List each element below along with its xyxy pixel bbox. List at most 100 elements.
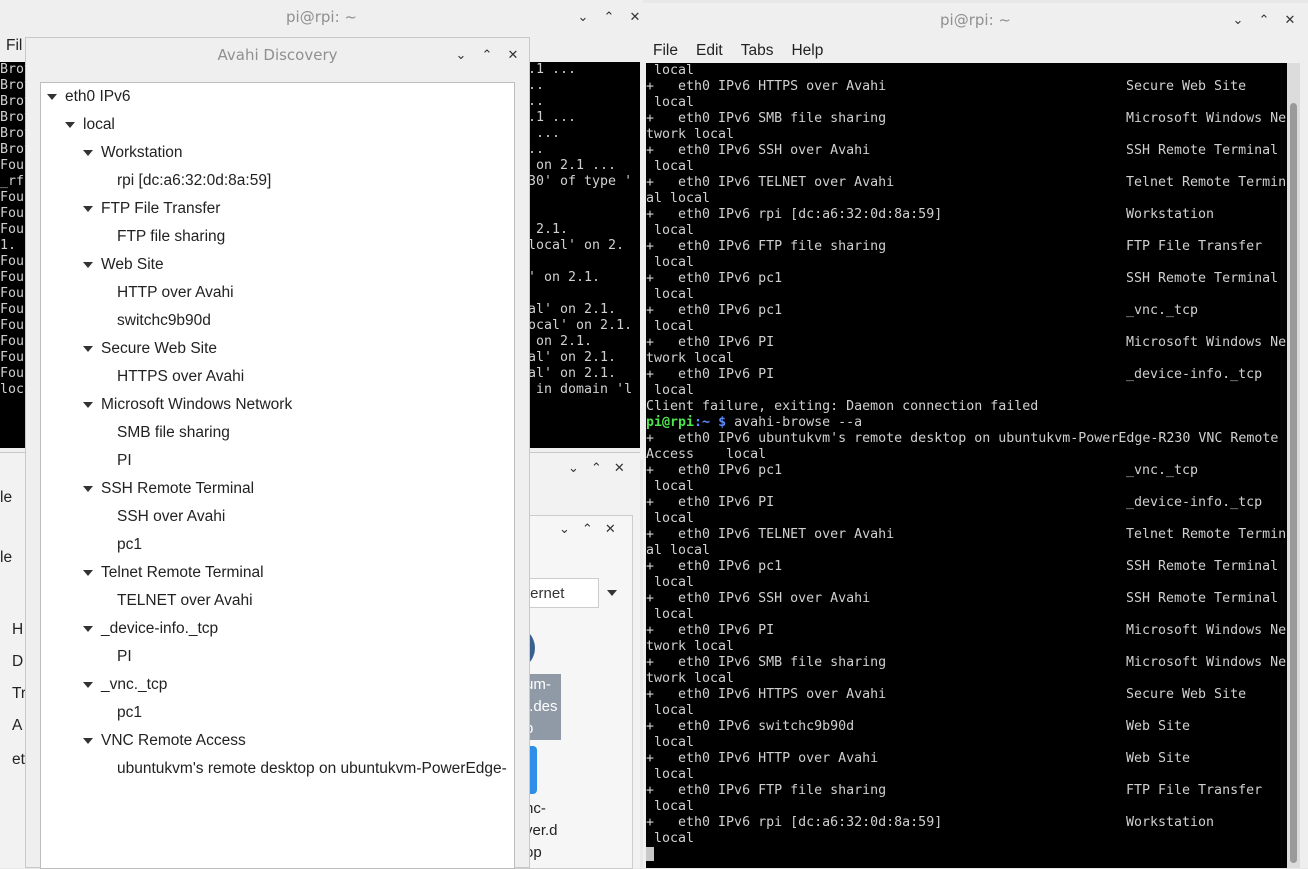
terminal-scrollbar[interactable] xyxy=(1287,63,1300,868)
tree-service-item[interactable]: HTTPS over Avahi xyxy=(117,363,244,391)
terminal-line: + eth0 IPv6 pc1 _vnc._tcp xyxy=(646,463,1287,479)
terminal-line: local xyxy=(646,287,1287,303)
tree-service-item[interactable]: PI xyxy=(117,447,132,475)
tree-group-item[interactable]: _vnc._tcp xyxy=(83,671,167,699)
expander-arrow-icon[interactable] xyxy=(83,486,93,492)
prompt-path: :~ $ xyxy=(694,415,727,430)
expander-arrow-icon[interactable] xyxy=(83,262,93,268)
tree-item-label: eth0 IPv6 xyxy=(65,88,131,105)
terminal-line-text: + eth0 IPv6 HTTP over Avahi xyxy=(646,751,879,766)
menu-help[interactable]: Help xyxy=(791,42,823,60)
close-button[interactable]: ✕ xyxy=(1282,13,1298,28)
tree-group-item[interactable]: VNC Remote Access xyxy=(83,727,246,755)
left-terminal-line-tail: 230' of type ' xyxy=(520,174,633,189)
left-terminal-line: Fou xyxy=(0,254,25,269)
close-button[interactable]: ✕ xyxy=(614,461,625,476)
expander-arrow-icon[interactable] xyxy=(83,150,93,156)
left-terminal-menu-file[interactable]: Fil xyxy=(6,37,22,55)
tree-group-item[interactable]: _device-info._tcp xyxy=(83,615,218,643)
terminal-line-text: twork local xyxy=(646,671,735,686)
left-terminal-line-tail: 'local' on 2. xyxy=(520,238,625,253)
icon-label-line: p xyxy=(525,718,561,740)
file-manager-fragment[interactable]: et xyxy=(12,751,25,769)
maximize-button[interactable]: ⌃ xyxy=(591,461,602,476)
tree-group-item[interactable]: Web Site xyxy=(83,251,164,279)
left-terminal-line: Fou xyxy=(0,334,25,349)
terminal-line: + eth0 IPv6 PI Microsoft Windows Ne xyxy=(646,623,1287,639)
expander-arrow-icon[interactable] xyxy=(83,206,93,212)
menu-tabs[interactable]: Tabs xyxy=(741,42,774,60)
terminal-line: local xyxy=(646,159,1287,175)
tree-group-item[interactable]: FTP File Transfer xyxy=(83,195,220,223)
left-terminal-controls: ⌄ ⌃ ✕ xyxy=(575,0,643,34)
file-manager-fragment[interactable]: H xyxy=(12,621,23,639)
tree-group-item[interactable]: local xyxy=(65,111,115,139)
tree-service-item[interactable]: pc1 xyxy=(117,699,142,727)
tree-group-item[interactable]: eth0 IPv6 xyxy=(47,83,131,111)
terminal-line-type: Telnet Remote Termin xyxy=(1126,527,1287,542)
expander-arrow-icon[interactable] xyxy=(83,346,93,352)
terminal-line: + eth0 IPv6 pc1 SSH Remote Terminal xyxy=(646,271,1287,287)
expander-arrow-icon[interactable] xyxy=(83,626,93,632)
tree-service-item[interactable]: SSH over Avahi xyxy=(117,503,225,531)
close-button[interactable]: ✕ xyxy=(605,522,616,537)
menu-edit[interactable]: Edit xyxy=(696,42,723,60)
terminal-line-text: local xyxy=(646,159,695,174)
close-button[interactable]: ✕ xyxy=(627,10,643,25)
close-button[interactable]: ✕ xyxy=(505,48,521,63)
tree-service-item[interactable]: switchc9b90d xyxy=(117,307,211,335)
minimize-button[interactable]: ⌄ xyxy=(453,48,469,63)
terminal-line: twork local xyxy=(646,351,1287,367)
right-terminal-output[interactable]: local + eth0 IPv6 HTTPS over Avahi Secure … xyxy=(646,63,1287,868)
terminal-line-text: Access local xyxy=(646,447,767,462)
tree-group-item[interactable]: Telnet Remote Terminal xyxy=(83,559,264,587)
expander-arrow-icon[interactable] xyxy=(83,738,93,744)
service-tree[interactable]: eth0 IPv6 local Workstation rpi [dc:a6:32:0… xyxy=(40,82,515,869)
tree-service-item[interactable]: FTP file sharing xyxy=(117,223,225,251)
tree-service-item[interactable]: SMB file sharing xyxy=(117,419,230,447)
terminal-line: + eth0 IPv6 PI _device-info._tcp xyxy=(646,367,1287,383)
tree-group-item[interactable]: Secure Web Site xyxy=(83,335,217,363)
expander-arrow-icon[interactable] xyxy=(83,570,93,576)
tree-service-item[interactable]: PI xyxy=(117,643,132,671)
tree-group-item[interactable]: SSH Remote Terminal xyxy=(83,475,254,503)
terminal-line-text: + eth0 IPv6 PI xyxy=(646,495,775,510)
left-terminal-line: Fou xyxy=(0,318,25,333)
minimize-button[interactable]: ⌄ xyxy=(1230,13,1246,28)
tree-service-item[interactable]: HTTP over Avahi xyxy=(117,279,234,307)
maximize-button[interactable]: ⌃ xyxy=(601,10,617,25)
maximize-button[interactable]: ⌃ xyxy=(1256,13,1272,28)
terminal-line-text: Client failure, exiting: Daemon connecti… xyxy=(646,399,1039,414)
tree-service-item[interactable]: TELNET over Avahi xyxy=(117,587,253,615)
menu-file[interactable]: File xyxy=(653,42,678,60)
tree-group-item[interactable]: Microsoft Windows Network xyxy=(83,391,292,419)
file-manager-fragment[interactable]: D xyxy=(12,653,23,671)
tree-item-label: HTTP over Avahi xyxy=(117,284,234,301)
terminal-line-text: local xyxy=(646,287,695,302)
terminal-line: + eth0 IPv6 rpi [dc:a6:32:0d:8a:59] Works… xyxy=(646,207,1287,223)
maximize-button[interactable]: ⌃ xyxy=(479,48,495,63)
terminal-line-text: + eth0 IPv6 FTP file sharing xyxy=(646,239,887,254)
tree-group-item[interactable]: Workstation xyxy=(83,139,183,167)
terminal-line-text: + eth0 IPv6 PI xyxy=(646,335,775,350)
scrollbar-thumb[interactable] xyxy=(1290,103,1297,863)
tree-service-item[interactable]: ubuntukvm's remote desktop on ubuntukvm-… xyxy=(117,755,507,783)
tree-service-item[interactable]: rpi [dc:a6:32:0d:8a:59] xyxy=(117,167,271,195)
file-manager-fragment[interactable]: Tr xyxy=(12,685,26,703)
chevron-down-icon[interactable] xyxy=(607,590,617,596)
tree-service-item[interactable]: pc1 xyxy=(117,531,142,559)
expander-arrow-icon[interactable] xyxy=(47,94,57,100)
expander-arrow-icon[interactable] xyxy=(83,402,93,408)
left-terminal-line: Fou xyxy=(0,270,25,285)
left-terminal-line: Fou xyxy=(0,366,25,381)
file-manager-fragment[interactable]: A xyxy=(12,717,22,735)
tree-item-label: SSH over Avahi xyxy=(117,508,226,525)
minimize-button[interactable]: ⌄ xyxy=(568,461,579,476)
terminal-line-text: local xyxy=(646,223,695,238)
minimize-button[interactable]: ⌄ xyxy=(559,522,570,537)
terminal-line-text: local xyxy=(646,607,695,622)
minimize-button[interactable]: ⌄ xyxy=(575,10,591,25)
expander-arrow-icon[interactable] xyxy=(83,682,93,688)
maximize-button[interactable]: ⌃ xyxy=(582,522,593,537)
expander-arrow-icon[interactable] xyxy=(65,122,75,128)
